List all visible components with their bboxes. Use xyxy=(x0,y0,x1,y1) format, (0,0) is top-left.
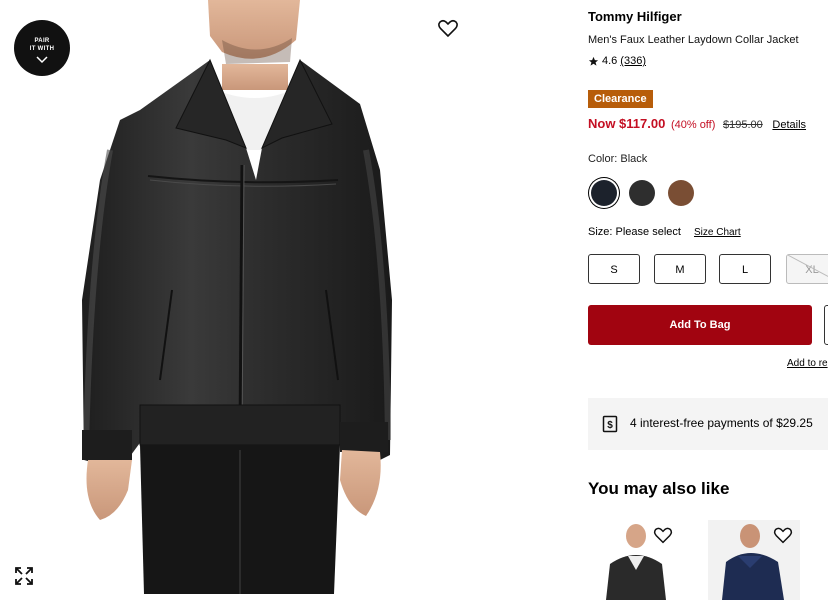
discount-percent: (40% off) xyxy=(670,119,716,131)
add-to-registry-link[interactable]: Add to re xyxy=(787,358,828,369)
color-swatch-charcoal[interactable] xyxy=(629,180,655,206)
product-photo xyxy=(82,0,392,594)
product-info-panel: Tommy Hilfiger Men's Faux Leather Laydow… xyxy=(588,0,828,600)
price-row: Now $117.00 (40% off) $195.00 Details xyxy=(588,116,806,131)
rating-summary: 4.6 (336) xyxy=(588,55,646,67)
size-chart-link[interactable]: Size Chart xyxy=(694,227,741,238)
recommendations-heading: You may also like xyxy=(588,479,730,498)
size-option-l[interactable]: L xyxy=(719,254,771,284)
color-swatch-black[interactable] xyxy=(591,180,617,206)
product-name: Men's Faux Leather Laydown Collar Jacket xyxy=(588,34,799,46)
color-swatch-brown[interactable] xyxy=(668,180,694,206)
chevron-down-icon xyxy=(36,56,48,64)
add-to-bag-button[interactable]: Add To Bag xyxy=(588,305,812,345)
heart-icon[interactable] xyxy=(772,524,794,546)
price-details-link[interactable]: Details xyxy=(772,119,806,131)
recommendation-item[interactable] xyxy=(588,520,680,600)
clearance-badge: Clearance xyxy=(588,90,653,108)
payment-dollar-icon: $ xyxy=(602,415,618,433)
review-count-link[interactable]: (336) xyxy=(620,55,646,67)
sale-price: Now $117.00 xyxy=(588,116,666,131)
wishlist-button[interactable] xyxy=(436,16,460,40)
color-label: Color: Black xyxy=(588,153,648,165)
expand-icon xyxy=(15,567,33,585)
brand-link[interactable]: Tommy Hilfiger xyxy=(588,9,682,24)
size-option-xl[interactable]: XL xyxy=(786,254,828,284)
installment-text: 4 interest-free payments of $29.25 xyxy=(630,416,813,430)
svg-text:$: $ xyxy=(607,420,613,431)
secondary-action-button[interactable] xyxy=(824,305,828,345)
star-icon xyxy=(588,56,599,66)
original-price: $195.00 xyxy=(723,119,763,131)
recommendation-item[interactable] xyxy=(708,520,800,600)
size-option-m[interactable]: M xyxy=(654,254,706,284)
size-option-s[interactable]: S xyxy=(588,254,640,284)
heart-icon[interactable] xyxy=(652,524,674,546)
rating-value: 4.6 xyxy=(602,55,618,67)
pair-badge-line1: PAIR xyxy=(34,38,50,44)
heart-icon xyxy=(438,19,458,38)
size-selector-header: Size: Please select Size Chart xyxy=(588,226,741,238)
product-image-gallery[interactable]: PAIR IT WITH xyxy=(0,0,480,594)
pair-badge-line2: IT WITH xyxy=(29,46,55,52)
fullscreen-button[interactable] xyxy=(14,566,34,586)
pair-it-with-button[interactable]: PAIR IT WITH xyxy=(14,20,70,76)
installment-payments-box: $ 4 interest-free payments of $29.25 xyxy=(588,398,828,450)
size-label: Size: Please select xyxy=(588,226,681,238)
